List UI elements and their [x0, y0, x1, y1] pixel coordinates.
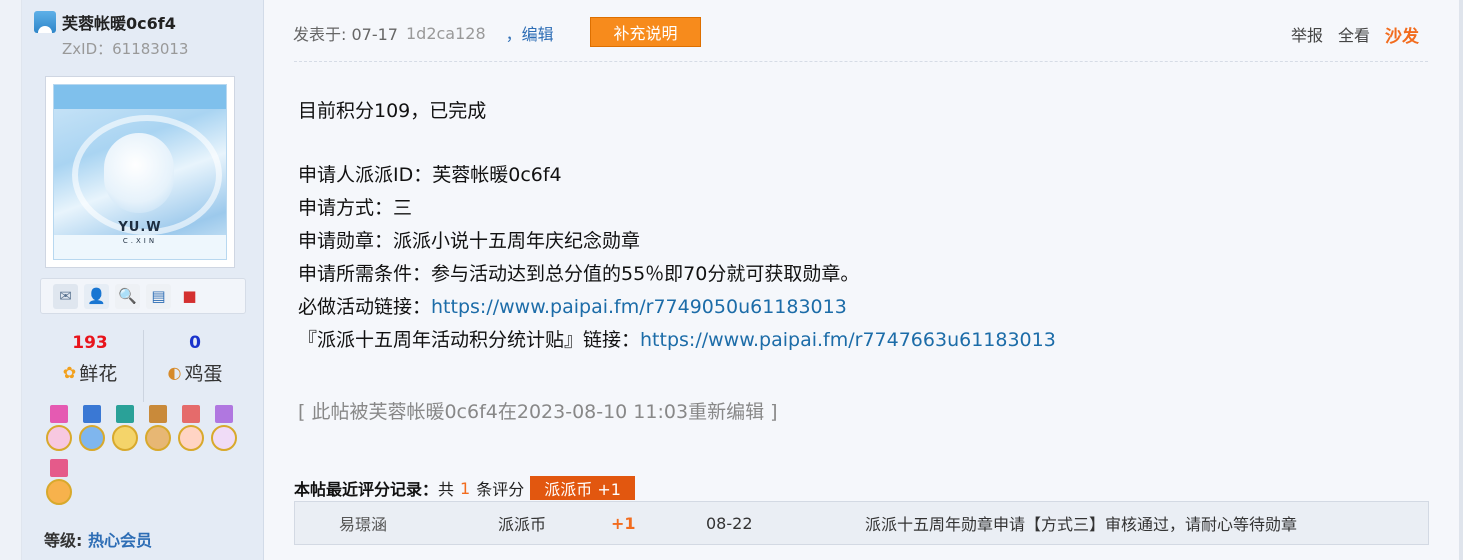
medal-icon[interactable] — [143, 405, 172, 457]
medal-icon[interactable] — [44, 405, 73, 457]
post-hash: 1d2ca128 — [405, 23, 486, 43]
supplement-button[interactable]: 补充说明 — [590, 17, 701, 47]
rating-count: 1 — [460, 478, 471, 498]
avatar[interactable]: YU.W C.XIN — [45, 76, 235, 268]
header-divider — [294, 61, 1428, 62]
flower-icon: ✿ — [62, 363, 77, 382]
eggs-stat[interactable]: 0 ◐ 鸡蛋 — [145, 333, 245, 386]
rating-summary: 本帖最近评分记录： 共 1 条评分 派派币 +1 — [294, 476, 635, 500]
medal-icon[interactable] — [77, 405, 106, 457]
post-meta: 发表于: 07-17 1d2ca128 ，编辑 — [293, 21, 554, 45]
content-line: 申请勋章：派派小说十五周年庆纪念勋章 — [298, 230, 641, 252]
add-friend-icon[interactable]: 👤 — [84, 283, 109, 309]
content-line: 目前积分109，已完成 — [298, 100, 487, 122]
user-level: 等级: 热心会员 — [44, 531, 152, 550]
floor-label: 沙发 — [1385, 27, 1419, 47]
content-line: 必做活动链接：https://www.paipai.fm/r7749050u61… — [298, 296, 847, 318]
content-line: 申请人派派ID：芙蓉帐暖0c6f4 — [298, 164, 562, 186]
stats-post-link[interactable]: https://www.paipai.fm/r7747663u61183013 — [640, 329, 1056, 351]
avatar-logo-sub: C.XIN — [122, 237, 158, 245]
user-row: 芙蓉帐暖0c6f4 — [34, 10, 176, 34]
user-action-bar: ✉ 👤 🔍 ▤ ■ — [40, 278, 246, 314]
rating-currency: 派派币 — [498, 515, 547, 534]
rating-user[interactable]: 易璟涵 — [339, 511, 387, 535]
stat-divider — [143, 330, 144, 402]
rating-row: 易璟涵 派派币 +1 08-22 派派十五周年勋章申请【方式三】审核通过，请耐心… — [294, 501, 1429, 545]
egg-icon: ◐ — [167, 363, 182, 382]
rating-reason: 派派十五周年勋章申请【方式三】审核通过，请耐心等待勋章 — [865, 515, 1298, 534]
rating-title: 本帖最近评分记录： — [294, 480, 439, 499]
medal-icon[interactable] — [110, 405, 139, 457]
left-gutter — [0, 0, 22, 560]
medal-icon[interactable] — [209, 405, 238, 457]
blocks-icon[interactable]: ■ — [177, 284, 202, 309]
search-posts-icon[interactable]: 🔍 — [115, 283, 140, 309]
user-icon — [34, 11, 56, 33]
posted-time: 发表于: 07-17 — [293, 25, 398, 44]
medal-icon[interactable] — [44, 459, 73, 511]
view-all-link[interactable]: 全看 — [1338, 22, 1370, 47]
edit-note: [ 此帖被芙蓉帐暖0c6f4在2023-08-10 11:03重新编辑 ] — [298, 401, 778, 423]
avatar-image: YU.W C.XIN — [53, 84, 227, 260]
post-body: 发表于: 07-17 1d2ca128 ，编辑 补充说明 举报 全看 沙发 目前… — [264, 0, 1463, 560]
content-line: 申请方式：三 — [298, 197, 413, 219]
post-actions: 举报 全看 沙发 — [1291, 22, 1419, 47]
content-line: 申请所需条件：参与活动达到总分值的55％即70分就可获取勋章。 — [298, 263, 860, 285]
rating-amount: +1 — [611, 513, 636, 533]
edit-link[interactable]: ，编辑 — [506, 21, 554, 45]
user-level-value[interactable]: 热心会员 — [88, 531, 152, 550]
content-line: 『派派十五周年活动积分统计贴』链接：https://www.paipai.fm/… — [298, 329, 1056, 351]
avatar-logo-text: YU.W — [118, 220, 162, 235]
flowers-stat[interactable]: 193 ✿ 鲜花 — [40, 333, 140, 386]
medal-icon[interactable] — [176, 405, 205, 457]
rating-date: 08-22 — [706, 513, 753, 533]
eggs-count: 0 — [189, 333, 201, 353]
user-sidebar: 芙蓉帐暖0c6f4 ZxID：61183013 YU.W C.XIN ✉ 👤 🔍… — [22, 0, 264, 560]
post-content: 目前积分109，已完成 申请人派派ID：芙蓉帐暖0c6f4 申请方式：三 申请勋… — [298, 95, 1056, 357]
right-border — [1459, 0, 1463, 560]
rating-badge[interactable]: 派派币 +1 — [530, 476, 635, 500]
message-icon[interactable]: ✉ — [53, 283, 78, 309]
flowers-count: 193 — [72, 333, 108, 353]
eggs-label: ◐ 鸡蛋 — [167, 363, 223, 385]
user-zxid: ZxID：61183013 — [62, 40, 189, 58]
profile-card-icon[interactable]: ▤ — [146, 283, 171, 309]
username[interactable]: 芙蓉帐暖0c6f4 — [62, 10, 176, 34]
report-link[interactable]: 举报 — [1291, 22, 1323, 47]
flowers-label: ✿ 鲜花 — [62, 363, 118, 385]
activity-link[interactable]: https://www.paipai.fm/r7749050u61183013 — [431, 296, 847, 318]
medal-list — [44, 405, 244, 511]
